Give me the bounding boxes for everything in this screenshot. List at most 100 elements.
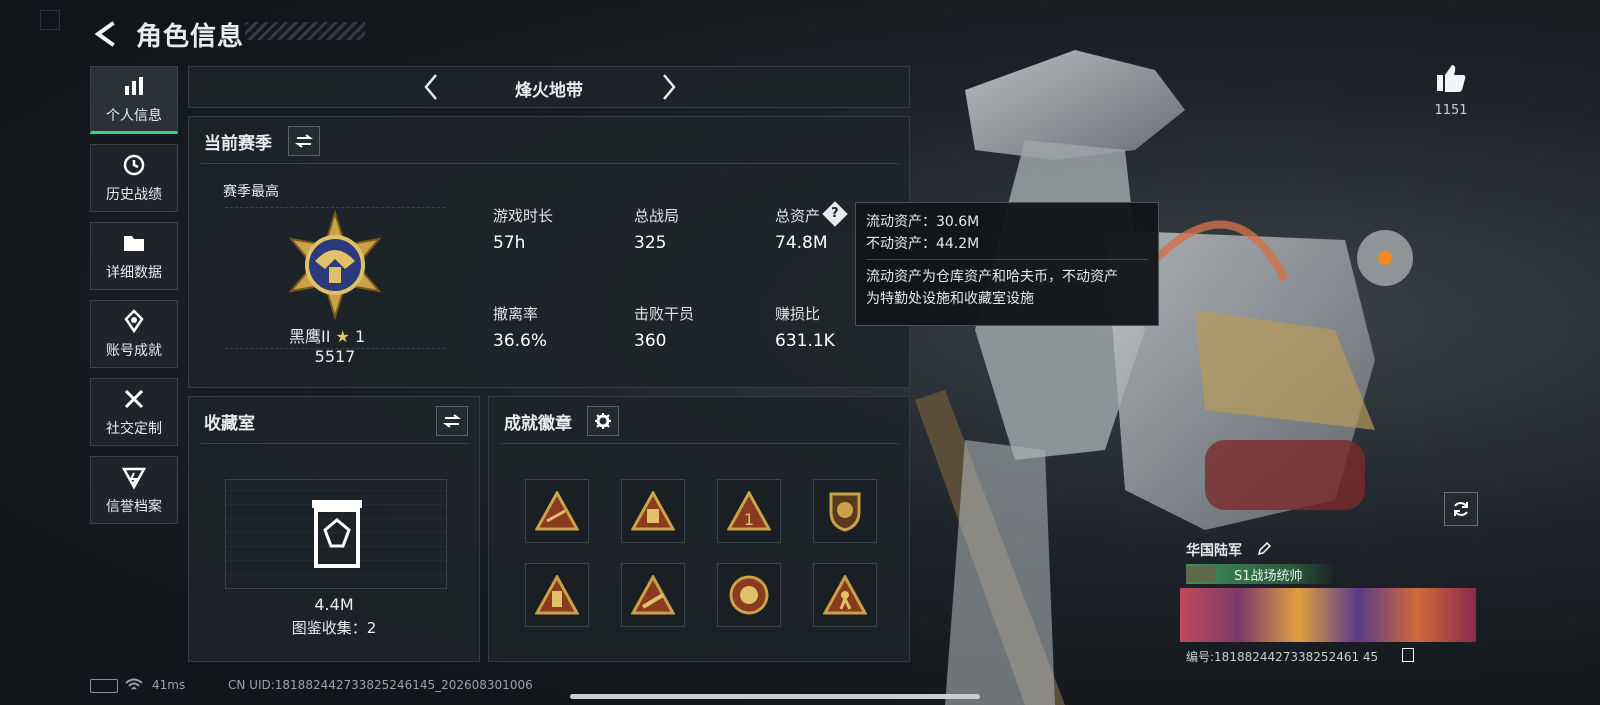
achievements-settings-button[interactable] [587, 406, 619, 436]
sidebar-item-credit[interactable]: 信誉档案 [90, 456, 178, 524]
rank-stars: 1 [354, 327, 366, 346]
lion-shield-badge-icon [829, 492, 861, 532]
soldier-badge-icon [535, 575, 579, 615]
edit-icon[interactable] [1256, 541, 1272, 557]
mode-label: 烽火地带 [515, 81, 583, 101]
season-panel: 当前赛季 赛季最高 黑鹰II ★ 1 5517 游戏时长 57h 总战局 325… [188, 116, 910, 388]
help-icon[interactable]: ? [822, 201, 848, 227]
first-place-badge-icon: 1 [727, 491, 771, 531]
rank-score: 5517 [314, 347, 356, 366]
stat-value: 74.8M [775, 233, 828, 253]
stat-value: 57h [493, 233, 526, 253]
tools-icon [124, 389, 144, 409]
achievements-title: 成就徽章 [504, 414, 572, 434]
back-arrow-icon[interactable] [90, 18, 122, 50]
stat-label: 游戏时长 [493, 207, 554, 225]
achievement-badge[interactable] [813, 563, 877, 627]
tooltip-description-2: 为特勤处设施和收藏室设施 [866, 291, 1034, 307]
page-title: 角色信息 [136, 22, 245, 52]
stat-label: 撤离率 [493, 305, 539, 323]
title-badge-emblem [1186, 566, 1216, 582]
achievement-badge[interactable] [621, 479, 685, 543]
chevron-right-icon[interactable] [657, 71, 681, 103]
achievement-badge[interactable]: 1 [717, 479, 781, 543]
sidebar-item-label: 社交定制 [106, 421, 162, 437]
credit-icon [121, 467, 147, 490]
folder-icon [124, 236, 144, 251]
achievement-badge[interactable] [525, 563, 589, 627]
achievements-panel: 成就徽章 1 [488, 396, 910, 662]
stat-label: 击败干员 [634, 305, 695, 323]
battery-icon [90, 679, 118, 693]
sidebar-item-label: 历史战绩 [106, 187, 162, 203]
collection-panel: 收藏室 4.4M 图鉴收集：2 [188, 396, 480, 662]
swap-icon [295, 134, 313, 148]
collection-catalog: 图鉴收集：2 [291, 619, 377, 637]
stat-label: 总战局 [634, 207, 680, 225]
wifi-icon [125, 678, 143, 690]
swap-icon [443, 414, 461, 428]
stat-value: 36.6% [493, 331, 548, 351]
rifle-badge-icon [535, 491, 579, 531]
sidebar-item-history[interactable]: 历史战绩 [90, 144, 178, 212]
profile-card: 华国陆军 S1战场统帅 编号:1818824427338252461 45 [1180, 538, 1480, 668]
svg-text:1: 1 [744, 510, 754, 529]
season-title: 当前赛季 [204, 134, 272, 154]
rank-emblem-icon [288, 209, 382, 321]
sidebar-item-label: 账号成就 [106, 343, 162, 359]
bar-chart-icon [125, 77, 143, 95]
stat-label: 总资产 [775, 207, 821, 225]
gear-icon [595, 413, 611, 429]
sidebar-item-social[interactable]: 社交定制 [90, 378, 178, 446]
sidebar-item-label: 个人信息 [106, 108, 162, 124]
profile-name: 华国陆军 [1186, 543, 1242, 559]
clock-icon [123, 154, 145, 176]
collection-value: 4.4M [314, 595, 354, 614]
stat-value: 325 [634, 233, 667, 253]
rank-name-row: 黑鹰II ★ 1 [289, 323, 365, 347]
home-indicator[interactable] [570, 694, 980, 699]
achievement-badge[interactable] [717, 563, 781, 627]
title-badge-label: S1战场统帅 [1234, 569, 1303, 584]
achievement-badge[interactable] [525, 479, 589, 543]
tooltip-description-1: 流动资产为仓库资产和哈夫币，不动资产 [866, 269, 1118, 285]
copy-icon[interactable] [1402, 648, 1414, 662]
profile-id: 编号:1818824427338252461 45 [1186, 650, 1379, 664]
profile-banner [1180, 588, 1476, 642]
sidebar-item-label: 详细数据 [106, 265, 162, 281]
runner-badge-icon [823, 575, 867, 615]
title-badge: S1战场统帅 [1186, 564, 1336, 584]
achievement-badge[interactable] [813, 479, 877, 543]
star-icon: ★ [335, 327, 350, 346]
thumbs-up-icon[interactable] [1434, 62, 1468, 94]
rotate-view-button[interactable] [1444, 492, 1478, 526]
collection-switch-button[interactable] [436, 406, 468, 436]
sidebar-item-label: 信誉档案 [106, 499, 162, 515]
crate-badge-icon [631, 491, 675, 531]
stat-label: 赚损比 [775, 305, 821, 323]
sidebar-item-achievements[interactable]: 账号成就 [90, 300, 178, 368]
sidebar-item-details[interactable]: 详细数据 [90, 222, 178, 290]
uid-text: CN UID:181882442733825246145_20260830100… [228, 678, 533, 692]
tooltip-fixed-assets: 不动资产：44.2M [866, 236, 980, 252]
stat-value: 631.1K [775, 331, 835, 351]
title-decoration [245, 22, 365, 40]
corner-decoration [40, 10, 60, 30]
achievement-icon [124, 309, 144, 334]
stat-value: 360 [634, 331, 667, 351]
like-count: 1151 [1434, 103, 1468, 118]
achievement-badge[interactable] [621, 563, 685, 627]
refresh-icon [1454, 502, 1468, 516]
collection-title: 收藏室 [204, 414, 255, 434]
vault-icon [312, 500, 362, 568]
mode-selector: 烽火地带 [188, 66, 910, 108]
weapon-badge-icon [631, 575, 675, 615]
medal-badge-icon [729, 575, 769, 615]
season-peak-label: 赛季最高 [223, 184, 279, 200]
collection-frame[interactable] [225, 479, 447, 589]
season-switch-button[interactable] [288, 126, 320, 156]
ping-value: 41ms [152, 678, 186, 692]
asset-tooltip: 流动资产：30.6M 不动资产：44.2M 流动资产为仓库资产和哈夫币，不动资产… [855, 202, 1159, 326]
tooltip-liquid-assets: 流动资产：30.6M [866, 214, 980, 230]
sidebar-item-personal-info[interactable]: 个人信息 [90, 66, 178, 134]
